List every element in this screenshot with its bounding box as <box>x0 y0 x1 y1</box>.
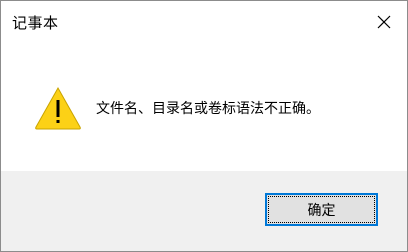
dialog-window: 记事本 文件名、目录名或卷标语法不正确。 确定 <box>0 0 408 252</box>
dialog-content: 文件名、目录名或卷标语法不正确。 <box>1 43 407 171</box>
title-bar: 记事本 <box>1 1 407 43</box>
ok-button[interactable]: 确定 <box>265 193 378 226</box>
ok-button-label: 确定 <box>307 202 336 219</box>
window-title: 记事本 <box>12 14 59 32</box>
close-icon <box>377 15 391 29</box>
close-button[interactable] <box>361 1 407 43</box>
dialog-footer: 确定 <box>1 171 407 251</box>
warning-icon <box>35 86 81 130</box>
error-message: 文件名、目录名或卷标语法不正确。 <box>96 101 320 117</box>
